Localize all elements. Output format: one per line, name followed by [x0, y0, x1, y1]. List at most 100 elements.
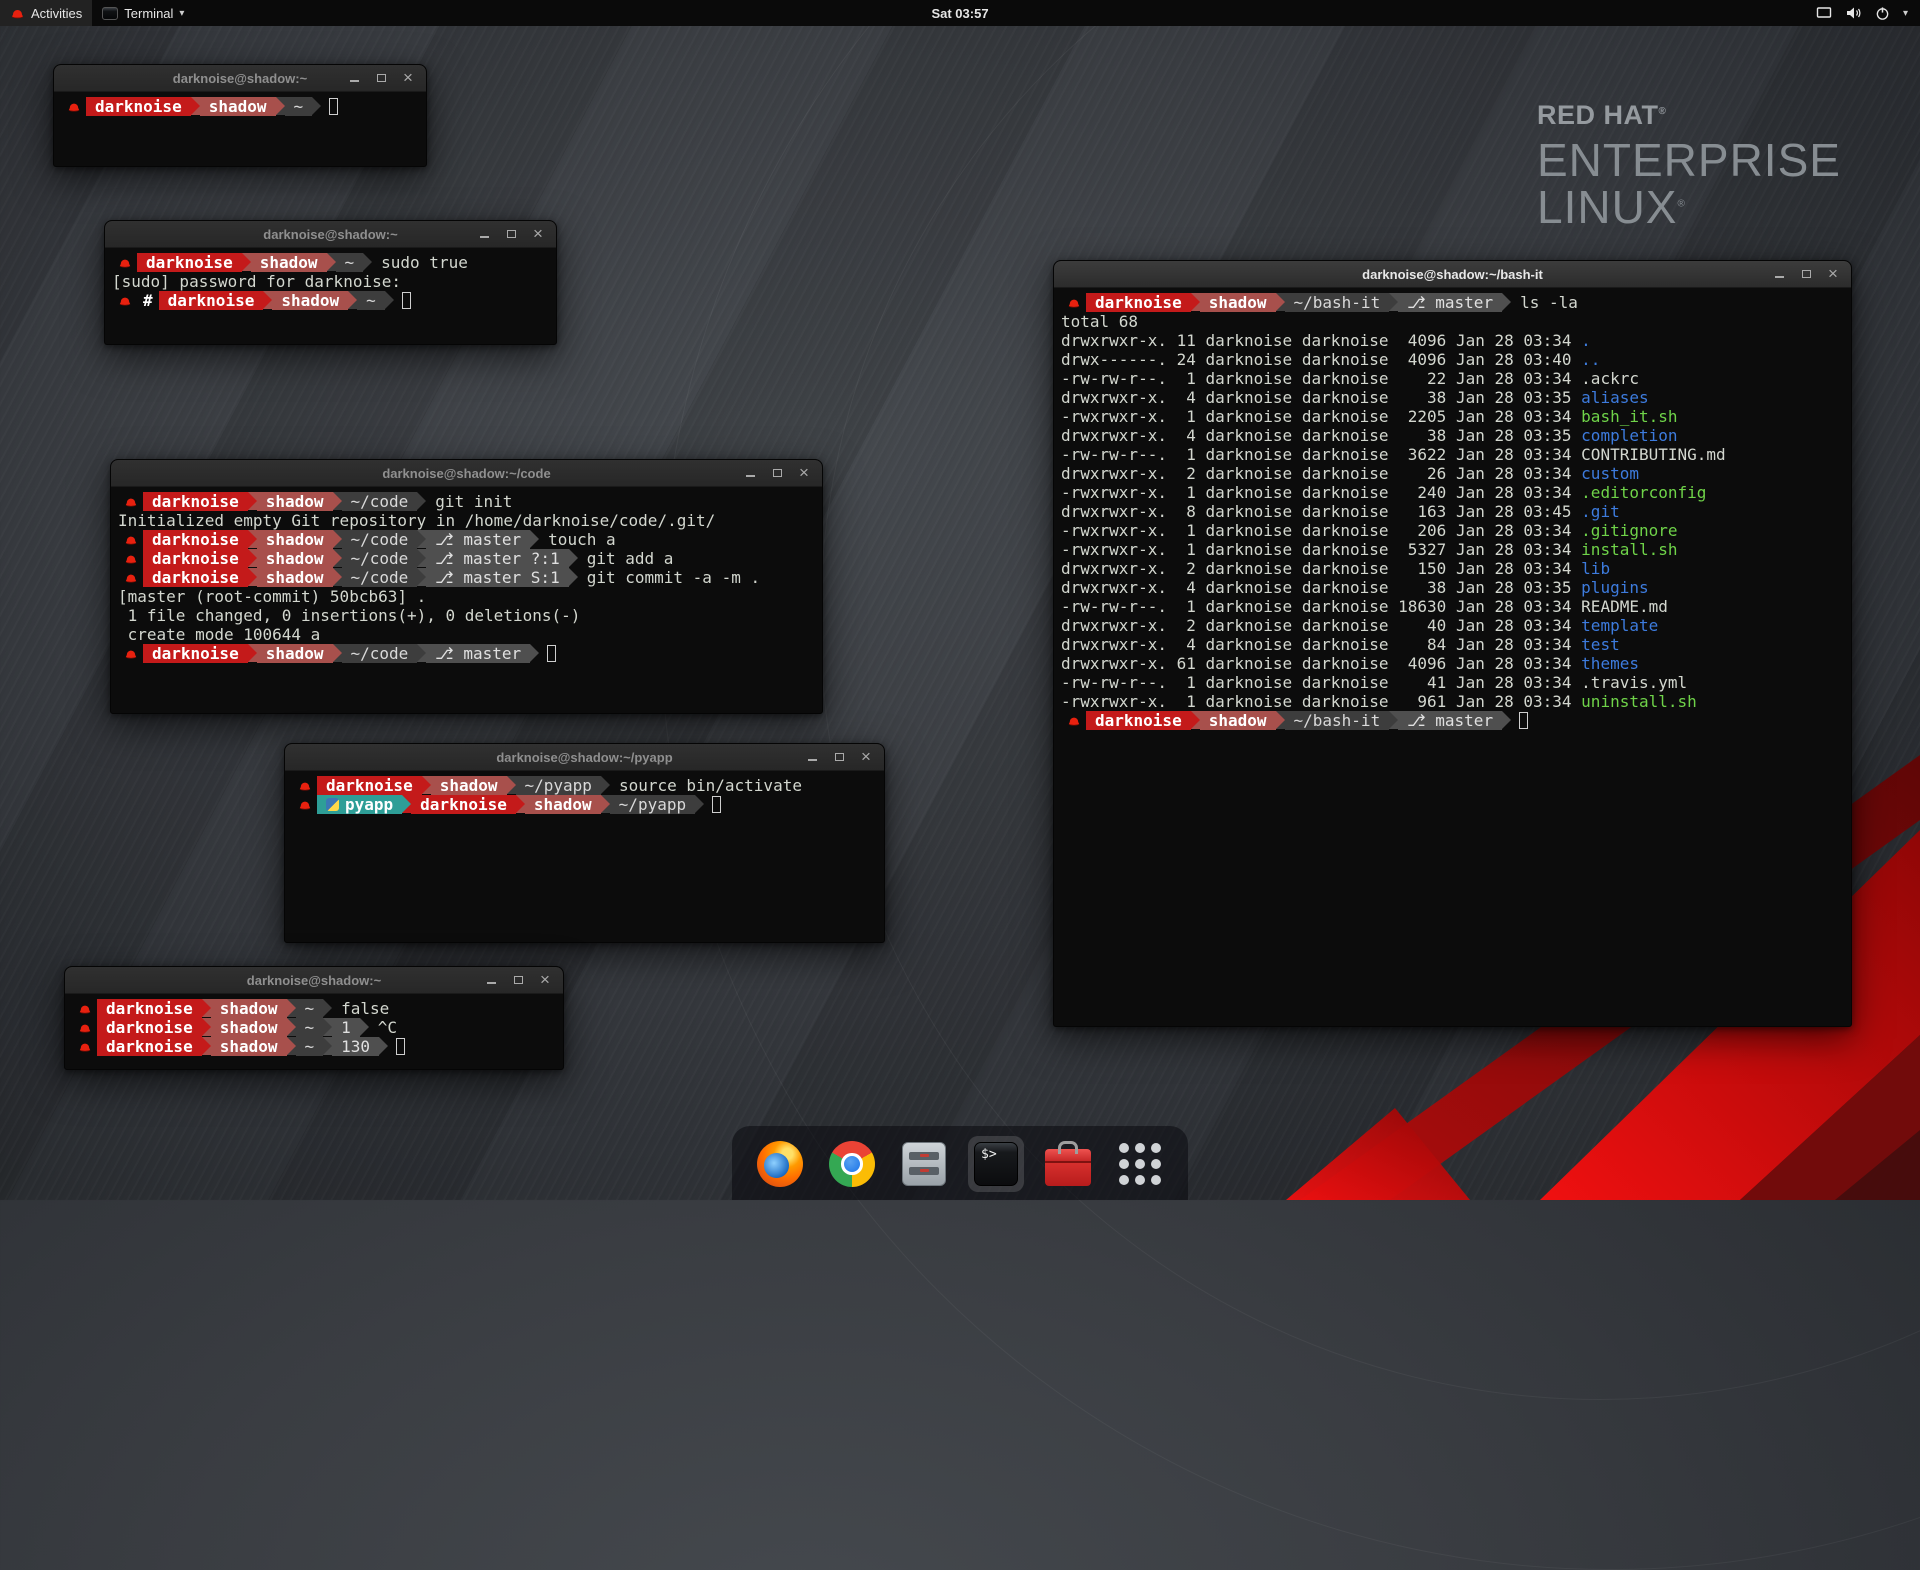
terminal-content[interactable]: darknoiseshadow~sudo true[sudo] password…: [105, 248, 556, 315]
terminal-line: [master (root-commit) 50bcb63] .: [118, 587, 815, 606]
redhat-prompt-icon: [118, 644, 143, 663]
window-title: darknoise@shadow:~/bash-it: [1054, 267, 1851, 282]
terminal-window-code[interactable]: darknoise@shadow:~/code×darknoiseshadow~…: [110, 459, 823, 714]
output-text: 1 file changed, 0 insertions(+), 0 delet…: [118, 606, 580, 625]
clock[interactable]: Sat 03:57: [931, 6, 988, 21]
titlebar[interactable]: darknoise@shadow:~×: [105, 221, 556, 248]
terminal-window-home-2[interactable]: darknoise@shadow:~×darknoiseshadow~false…: [64, 966, 564, 1070]
powerline-arrow: [569, 568, 578, 586]
minimize-icon: [808, 759, 817, 761]
git-segment: ⎇ master S:1: [426, 568, 568, 587]
titlebar[interactable]: darknoise@shadow:~/code×: [111, 460, 822, 487]
terminal-window-home-1[interactable]: darknoise@shadow:~×darknoiseshadow~: [53, 64, 427, 167]
redhat-prompt-icon: [1061, 711, 1086, 730]
minimize-button[interactable]: [481, 970, 501, 990]
maximize-button[interactable]: [767, 463, 787, 483]
terminal-content[interactable]: darknoiseshadow~/bash-it⎇ masterls -lato…: [1054, 288, 1851, 735]
terminal-window-sudo[interactable]: darknoise@shadow:~×darknoiseshadow~sudo …: [104, 220, 557, 345]
path-segment: ~/pyapp: [610, 795, 695, 814]
redhat-prompt-icon: [112, 253, 137, 272]
file-name: CONTRIBUTING.md: [1581, 445, 1726, 464]
minimize-icon: [487, 982, 496, 984]
close-icon: ×: [799, 464, 809, 481]
dock-item-firefox[interactable]: [752, 1136, 808, 1192]
terminal-content[interactable]: darknoiseshadow~/codegit initInitialized…: [111, 487, 822, 668]
host-segment: shadow: [257, 530, 333, 549]
terminal-content[interactable]: darknoiseshadow~/pyappsource bin/activat…: [285, 771, 884, 819]
powerline-arrow: [248, 530, 257, 548]
terminal-line: -rwxrwxr-x. 1 darknoise darknoise 961 Ja…: [1061, 692, 1844, 711]
terminal-line: darknoiseshadow~/code⎇ master S:1git com…: [118, 568, 815, 587]
close-button[interactable]: ×: [794, 463, 814, 483]
terminal-window-bash-it[interactable]: darknoise@shadow:~/bash-it×darknoiseshad…: [1053, 260, 1852, 1027]
maximize-button[interactable]: [501, 224, 521, 244]
terminal-window-pyapp[interactable]: darknoise@shadow:~/pyapp×darknoiseshadow…: [284, 743, 885, 943]
terminal-line: darknoiseshadow~/code⎇ master ?:1git add…: [118, 549, 815, 568]
titlebar[interactable]: darknoise@shadow:~/pyapp×: [285, 744, 884, 771]
terminal-content[interactable]: darknoiseshadow~: [54, 92, 426, 121]
minimize-icon: [480, 236, 489, 238]
minimize-button[interactable]: [1769, 264, 1789, 284]
powerline-arrow: [417, 549, 426, 567]
file-name: plugins: [1581, 578, 1648, 597]
terminal-line: -rw-rw-r--. 1 darknoise darknoise 22 Jan…: [1061, 369, 1844, 388]
maximize-button[interactable]: [371, 68, 391, 88]
dock-item-appgrid[interactable]: [1112, 1136, 1168, 1192]
powerline-arrow: [248, 568, 257, 586]
powerline-arrow: [422, 776, 431, 794]
close-button[interactable]: ×: [856, 747, 876, 767]
venv-name: pyapp: [345, 795, 393, 814]
host-segment: shadow: [257, 492, 333, 511]
maximize-button[interactable]: [1796, 264, 1816, 284]
close-button[interactable]: ×: [398, 68, 418, 88]
powerline-arrow: [417, 492, 426, 510]
dock-item-files[interactable]: [896, 1136, 952, 1192]
file-name: bash_it.sh: [1581, 407, 1677, 426]
git-segment: 1: [332, 1018, 360, 1037]
minimize-button[interactable]: [802, 747, 822, 767]
titlebar[interactable]: darknoise@shadow:~×: [54, 65, 426, 92]
terminal-line: darknoiseshadow~130: [72, 1037, 556, 1056]
titlebar[interactable]: darknoise@shadow:~/bash-it×: [1054, 261, 1851, 288]
dock-item-chrome[interactable]: [824, 1136, 880, 1192]
powerline-arrow: [417, 644, 426, 662]
powerline-arrow: [333, 492, 342, 510]
close-button[interactable]: ×: [1823, 264, 1843, 284]
output-text: -rwxrwxr-x. 1 darknoise darknoise 2205 J…: [1061, 407, 1581, 426]
window-controls: ×: [740, 463, 822, 483]
powerline-arrow: [287, 1037, 296, 1055]
titlebar[interactable]: darknoise@shadow:~×: [65, 967, 563, 994]
venv-segment: pyapp: [317, 795, 402, 814]
output-text: -rw-rw-r--. 1 darknoise darknoise 3622 J…: [1061, 445, 1581, 464]
powerline-arrow: [327, 253, 336, 271]
minimize-button[interactable]: [474, 224, 494, 244]
close-button[interactable]: ×: [528, 224, 548, 244]
terminal-line: darknoiseshadow~/code⎇ mastertouch a: [118, 530, 815, 549]
command-text: sudo true: [372, 253, 468, 272]
host-segment: shadow: [211, 1018, 287, 1037]
user-segment: darknoise: [1086, 293, 1191, 312]
maximize-button[interactable]: [829, 747, 849, 767]
terminal-icon: $>: [974, 1142, 1018, 1186]
minimize-button[interactable]: [344, 68, 364, 88]
app-grid-icon: [1119, 1143, 1161, 1185]
file-name: test: [1581, 635, 1620, 654]
output-text: drwxrwxr-x. 4 darknoise darknoise 84 Jan…: [1061, 635, 1581, 654]
terminal-line: -rw-rw-r--. 1 darknoise darknoise 3622 J…: [1061, 445, 1844, 464]
dock-item-toolbox[interactable]: [1040, 1136, 1096, 1192]
system-status-area[interactable]: ▾: [1816, 0, 1920, 26]
windows-layer: darknoise@shadow:~×darknoiseshadow~darkn…: [0, 0, 1920, 1200]
dock-item-terminal[interactable]: $>: [968, 1136, 1024, 1192]
activities-button[interactable]: Activities: [0, 0, 92, 26]
minimize-button[interactable]: [740, 463, 760, 483]
maximize-icon: [835, 753, 844, 761]
powerline-arrow: [333, 568, 342, 586]
git-segment: ⎇ master ?:1: [426, 549, 568, 568]
close-button[interactable]: ×: [535, 970, 555, 990]
app-menu-terminal[interactable]: Terminal ▾: [92, 0, 194, 26]
powerline-arrow: [323, 999, 332, 1017]
terminal-content[interactable]: darknoiseshadow~falsedarknoiseshadow~1^C…: [65, 994, 563, 1061]
powerline-arrow: [507, 776, 516, 794]
file-name: .travis.yml: [1581, 673, 1687, 692]
maximize-button[interactable]: [508, 970, 528, 990]
